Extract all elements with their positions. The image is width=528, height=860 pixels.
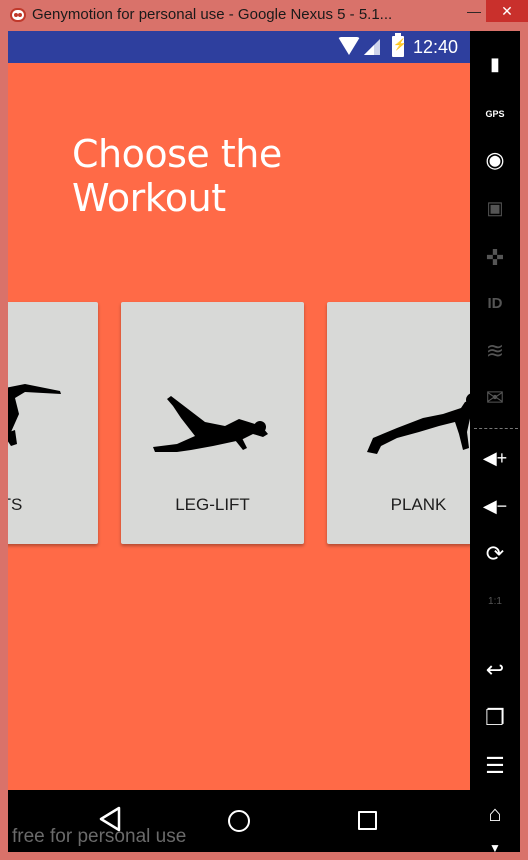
recent-apps-icon[interactable]: ❐ [470,701,520,735]
leg-lift-silhouette-icon [153,396,268,452]
window-frame-bottom [0,852,528,860]
watermark-text: free for personal use [12,826,187,847]
wifi-icon [338,37,360,55]
workout-card-label: ATS [8,495,23,514]
toolbar-divider [474,428,518,429]
window-frame-right [520,31,528,852]
workout-card-leg-lift[interactable]: LEG-LIFT [121,302,304,544]
dpad-icon: ✜ [485,245,505,270]
workout-card-label: PLANK [390,495,447,514]
network-icon: ≋ [485,338,505,363]
workout-card-plank[interactable]: PLANK [327,302,470,544]
signal-strength-fill [364,45,374,55]
window-titlebar[interactable]: Genymotion for personal use - Google Nex… [0,0,528,31]
workout-card-squats[interactable]: ATS [8,302,98,544]
gps-icon[interactable]: GPS [470,97,520,131]
home-icon[interactable] [228,810,250,832]
battery-icon[interactable]: ▮ [470,47,520,81]
emulator-toolbar: ▮ GPS ◉ ▣ ✜ ID ≋ ✉ ◀+ ◀− ⟳ 1:1 ↩ ❐ ☰ ⌂ ▼ [470,31,520,855]
back-icon[interactable]: ↩ [470,653,520,687]
android-screen: 12:40 Choose the Workout ATS LEG-LIFT [8,31,470,852]
recent-apps-icon[interactable] [358,811,377,830]
minimize-button[interactable]: — [460,0,488,22]
device-id-icon: ID [487,295,503,312]
squats-silhouette-icon [8,384,61,446]
webcam-icon[interactable]: ◉ [470,143,520,177]
workout-carousel[interactable]: ATS LEG-LIFT PLANK [8,302,470,546]
screencast-icon: ▣ [486,198,504,218]
workout-card-label: LEG-LIFT [175,495,250,514]
battery-charging-icon [392,33,407,57]
status-time: 12:40 [413,37,459,57]
window-title: Genymotion for personal use - Google Nex… [32,6,393,23]
sms-icon: ✉ [485,385,505,410]
status-bar: 12:40 [8,31,470,63]
home-icon[interactable]: ⌂ [470,797,520,831]
close-button[interactable]: ✕ [486,0,528,22]
volume-up-icon[interactable]: ◀+ [470,441,520,475]
pixel-perfect-icon: 1:1 [488,596,502,607]
genymotion-app-icon [10,8,26,22]
plank-silhouette-icon [367,393,470,454]
volume-down-icon[interactable]: ◀− [470,489,520,523]
rotate-icon[interactable]: ⟳ [470,537,520,571]
page-title: Choose the Workout [72,132,282,220]
navigation-bar: free for personal use [8,790,470,852]
menu-icon[interactable]: ☰ [470,749,520,783]
